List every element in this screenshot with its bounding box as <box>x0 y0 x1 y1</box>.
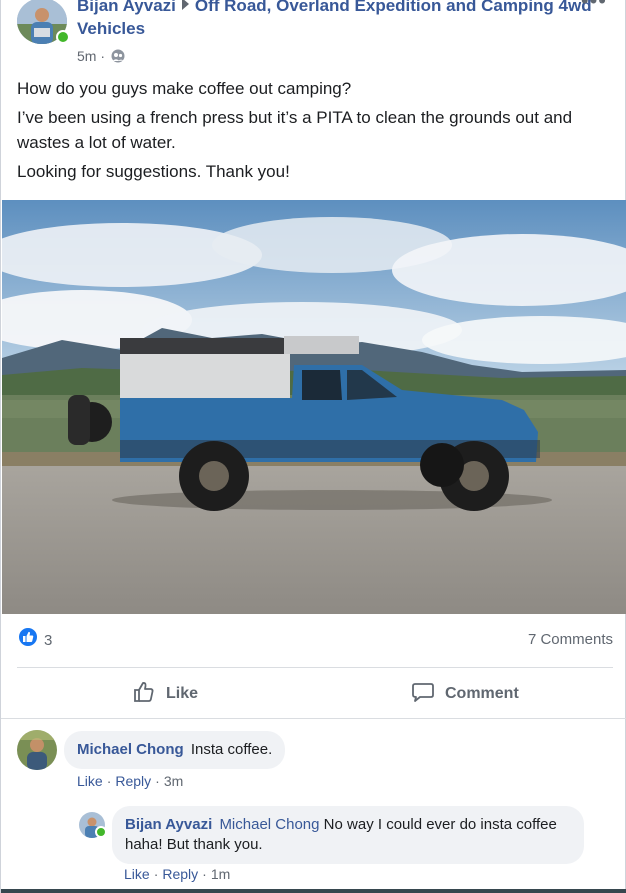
reaction-summary: 3 7 Comments <box>17 626 613 654</box>
post-body: How do you guys make coffee out camping?… <box>17 76 607 188</box>
comment-reply-link[interactable]: Reply <box>115 773 151 789</box>
reply-bubble: Bijan Ayvazi Michael Chong No way I coul… <box>112 806 584 864</box>
post-text-line: Looking for suggestions. Thank you! <box>17 162 290 181</box>
reply-like-link[interactable]: Like <box>124 866 150 882</box>
separator: · <box>202 866 207 882</box>
comment-bubble: Michael Chong Insta coffee. <box>64 731 286 769</box>
separator: · <box>153 866 159 882</box>
commenter-avatar[interactable] <box>17 730 57 770</box>
like-button-label: Like <box>166 685 199 702</box>
separator: · <box>106 773 112 789</box>
reply-author-link[interactable]: Bijan Ayvazi <box>125 816 212 833</box>
group-audience-icon <box>111 49 125 66</box>
thumbs-up-icon <box>132 680 166 709</box>
caret-right-icon <box>181 0 189 10</box>
like-reaction-icon[interactable] <box>17 626 39 648</box>
comment-bubble-icon <box>411 680 445 709</box>
online-status-indicator <box>56 30 70 44</box>
comment-like-link[interactable]: Like <box>77 773 103 789</box>
comment-author-link[interactable]: Michael Chong <box>77 741 184 758</box>
reply-actions: Like · Reply · 1m <box>124 866 230 882</box>
comment-timestamp[interactable]: 3m <box>164 773 183 789</box>
mention-link[interactable]: Michael Chong <box>219 816 319 833</box>
comment-actions: Like · Reply · 3m <box>77 773 183 789</box>
post-card: Bijan Ayvazi Off Road, Overland Expeditio… <box>0 0 626 893</box>
post-text-line: I’ve been using a french press but it’s … <box>17 108 573 152</box>
online-status-indicator <box>95 826 107 838</box>
comment-button[interactable]: Comment <box>411 680 519 708</box>
like-count[interactable]: 3 <box>44 632 52 649</box>
window-bottom-edge <box>1 889 626 893</box>
separator: · <box>155 773 160 789</box>
divider <box>1 718 626 719</box>
post-header: Bijan Ayvazi Off Road, Overland Expeditio… <box>17 0 617 70</box>
post-author-link[interactable]: Bijan Ayvazi <box>77 0 176 15</box>
post-photo[interactable] <box>2 200 626 614</box>
post-header-title: Bijan Ayvazi Off Road, Overland Expeditio… <box>77 0 597 40</box>
divider <box>17 667 613 668</box>
comment-text: Insta coffee. <box>190 741 273 758</box>
comment-button-label: Comment <box>445 685 519 702</box>
post-meta: 5m · <box>77 48 125 66</box>
like-button[interactable]: Like <box>132 680 198 708</box>
reply-reply-link[interactable]: Reply <box>162 866 198 882</box>
post-text-line: How do you guys make coffee out camping? <box>17 79 352 98</box>
post-timestamp[interactable]: 5m <box>77 48 96 64</box>
reply-timestamp[interactable]: 1m <box>211 866 230 882</box>
meta-separator: · <box>100 48 106 64</box>
more-options-icon[interactable]: ••• <box>581 0 607 14</box>
comment-count[interactable]: 7 Comments <box>528 631 613 648</box>
